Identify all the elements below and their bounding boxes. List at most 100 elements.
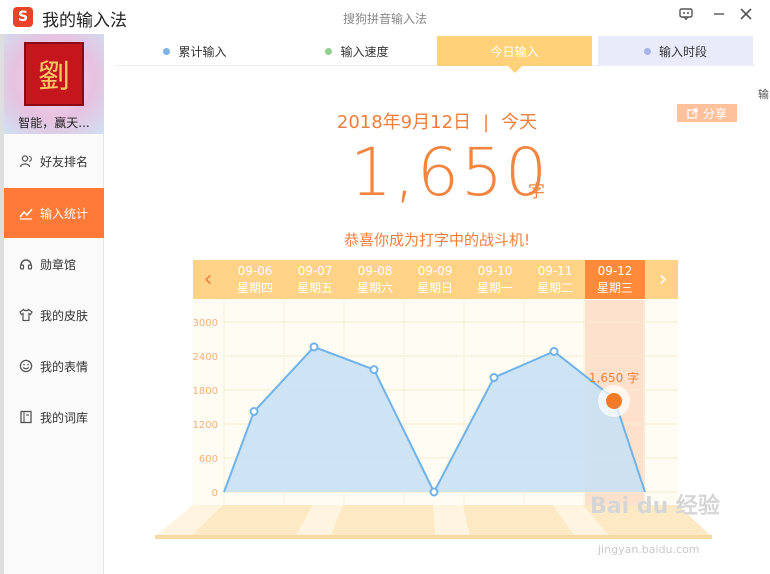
y-tick-label: 2400 bbox=[193, 352, 218, 363]
y-tick-label: 1200 bbox=[193, 420, 218, 431]
day-cell[interactable]: 09-09 星期日 bbox=[405, 260, 465, 299]
tab-cumulative-input[interactable]: 累计输入 bbox=[115, 36, 275, 66]
day-cell[interactable]: 09-08 星期六 bbox=[345, 260, 405, 299]
chart-icon bbox=[18, 205, 34, 221]
sidebar-item-dictionary[interactable]: 我的词库 bbox=[4, 392, 104, 442]
sidebar-item-emoticons[interactable]: 我的表情 bbox=[4, 341, 104, 391]
y-tick-label: 3000 bbox=[193, 318, 218, 329]
shirt-icon bbox=[18, 307, 34, 323]
day-date: 09-12 bbox=[597, 264, 633, 278]
date-separator: | bbox=[483, 112, 490, 133]
day-weekday: 星期二 bbox=[536, 281, 573, 295]
user-profile[interactable]: 劉 智能，赢天... bbox=[4, 34, 104, 134]
day-cell[interactable]: 09-10 星期一 bbox=[465, 260, 525, 299]
close-icon[interactable] bbox=[737, 8, 755, 26]
day-date: 09-06 bbox=[237, 264, 273, 278]
main-window: S 我的输入法 搜狗拼音输入法 劉 智能，赢天... 好友排名 输入统计 勋章馆 bbox=[0, 0, 770, 574]
sidebar-item-label: 输入统计 bbox=[40, 206, 89, 221]
sidebar-item-friends-ranking[interactable]: 好友排名 bbox=[4, 136, 104, 186]
date-line: 2018年9月12日 | 今天 bbox=[104, 108, 770, 134]
tab-dot bbox=[163, 47, 171, 55]
friends-icon bbox=[18, 153, 34, 169]
tab-dot bbox=[643, 47, 651, 55]
tab-today-input[interactable]: 今日输入 bbox=[437, 36, 592, 73]
feedback-icon[interactable] bbox=[677, 8, 695, 26]
user-caption: 智能，赢天... bbox=[18, 116, 90, 130]
minimize-icon[interactable] bbox=[710, 8, 728, 26]
relative-day: 今天 bbox=[501, 112, 538, 133]
data-point bbox=[249, 407, 259, 417]
y-tick-label: 0 bbox=[212, 488, 218, 499]
watermark-url: jingyan.baidu.com bbox=[598, 543, 700, 556]
prev-week-arrow-icon[interactable]: ‹ bbox=[193, 260, 223, 299]
day-cell[interactable]: 09-06 星期四 bbox=[225, 260, 285, 299]
data-point bbox=[309, 342, 319, 352]
area-fill bbox=[224, 346, 645, 492]
sidebar-item-skins[interactable]: 我的皮肤 bbox=[4, 290, 104, 340]
y-tick-label: 600 bbox=[199, 454, 218, 465]
avatar[interactable]: 劉 bbox=[24, 42, 84, 106]
watermark: Bai du 经验 bbox=[590, 494, 720, 519]
sidebar-item-label: 我的皮肤 bbox=[40, 308, 89, 323]
today-count: 1,650 bbox=[350, 134, 549, 211]
current-date: 2018年9月12日 bbox=[336, 112, 472, 133]
day-date: 09-09 bbox=[417, 264, 453, 278]
sidebar: 劉 智能，赢天... 好友排名 输入统计 勋章馆 我的皮肤 我的表情 我的词库 bbox=[4, 34, 104, 574]
day-date: 09-11 bbox=[537, 264, 573, 278]
tab-label: 输入时段 bbox=[658, 44, 707, 59]
stats-tabs: 累计输入 输入速度 今日输入 输入时段 bbox=[115, 36, 755, 73]
day-date: 09-07 bbox=[297, 264, 333, 278]
floor-stripe bbox=[433, 505, 470, 537]
highlight-label: 1,650 字 bbox=[589, 370, 639, 385]
data-point bbox=[429, 487, 439, 497]
today-column-highlight bbox=[585, 300, 645, 505]
share-button[interactable]: 分享 bbox=[677, 104, 737, 122]
sidebar-item-input-stats[interactable]: 输入统计 bbox=[4, 188, 104, 238]
background-window-text: 输 bbox=[758, 88, 769, 101]
data-point bbox=[549, 346, 559, 356]
titlebar: S 我的输入法 搜狗拼音输入法 bbox=[0, 0, 770, 34]
day-weekday: 星期六 bbox=[356, 281, 393, 295]
day-weekday: 星期三 bbox=[596, 281, 633, 295]
dictionary-icon bbox=[18, 409, 34, 425]
series-line bbox=[223, 345, 646, 495]
sidebar-item-medals[interactable]: 勋章馆 bbox=[4, 239, 104, 289]
medal-icon bbox=[18, 256, 34, 272]
day-cell[interactable]: 09-07 星期五 bbox=[285, 260, 345, 299]
day-weekday: 星期日 bbox=[416, 281, 453, 295]
day-cell-today[interactable]: 09-12 星期三 bbox=[585, 260, 645, 299]
chart-background bbox=[193, 300, 678, 505]
y-tick-label: 1800 bbox=[193, 386, 218, 397]
floor-edge bbox=[155, 535, 712, 539]
count-unit: 字 bbox=[528, 182, 545, 202]
sidebar-item-label: 好友排名 bbox=[40, 154, 89, 169]
highlight-point bbox=[606, 393, 622, 409]
floor-stripe bbox=[155, 505, 223, 537]
day-weekday: 星期一 bbox=[476, 281, 513, 295]
sidebar-item-label: 勋章馆 bbox=[40, 257, 77, 272]
tab-dot bbox=[325, 47, 333, 55]
tab-label: 今日输入 bbox=[490, 44, 539, 59]
floor-stripe bbox=[295, 505, 343, 537]
day-weekday: 星期五 bbox=[296, 281, 333, 295]
day-weekday: 星期四 bbox=[236, 281, 273, 295]
congrats-message: 恭喜你成为打字中的战斗机! bbox=[343, 231, 530, 249]
sidebar-item-label: 我的表情 bbox=[40, 359, 89, 374]
tab-input-speed[interactable]: 输入速度 bbox=[277, 36, 437, 66]
day-date: 09-08 bbox=[357, 264, 393, 278]
smiley-icon bbox=[18, 358, 34, 374]
tab-input-period[interactable]: 输入时段 bbox=[598, 36, 753, 66]
sidebar-item-label: 我的词库 bbox=[40, 410, 89, 425]
next-week-arrow-icon[interactable]: › bbox=[648, 260, 678, 299]
tab-label: 输入速度 bbox=[340, 44, 389, 59]
share-label: 分享 bbox=[702, 106, 727, 121]
highlight-halo bbox=[598, 385, 630, 417]
day-cell[interactable]: 09-11 星期二 bbox=[525, 260, 585, 299]
tab-label: 累计输入 bbox=[178, 44, 227, 59]
data-point bbox=[369, 365, 379, 375]
window-subtitle: 搜狗拼音输入法 bbox=[342, 12, 427, 26]
day-selector: ‹ 09-06 星期四 09-07 星期五 09-08 星期六 09-09 星期日 09-10 星… bbox=[193, 260, 678, 299]
day-date: 09-10 bbox=[477, 264, 513, 278]
data-point bbox=[489, 373, 499, 383]
share-icon bbox=[687, 107, 698, 119]
